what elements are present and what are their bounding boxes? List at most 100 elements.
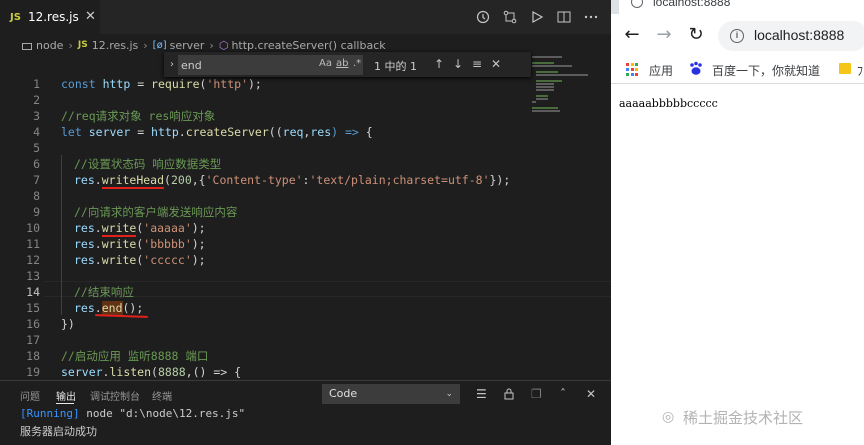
bookmark-baidu[interactable]: 百度一下，你就知道 <box>712 62 820 79</box>
line-number: 7 <box>33 173 40 187</box>
code-editor[interactable]: 1 const http = require('http'); 2 3 //re… <box>0 75 611 379</box>
apps-grid-icon <box>626 63 639 76</box>
back-icon[interactable]: ← <box>621 24 643 46</box>
arrow: ) => <box>331 125 366 139</box>
identifier: res <box>74 237 95 251</box>
function-name: require <box>151 77 200 91</box>
bookmark-apps[interactable]: 应用 <box>649 62 673 79</box>
function-name: listen <box>109 365 152 379</box>
next-match-icon[interactable]: ↓ <box>453 57 463 71</box>
line-number: 12 <box>26 253 40 267</box>
code-line-15: 15 res.end(); <box>0 300 611 316</box>
keyword: const <box>61 77 96 91</box>
identifier: res <box>74 253 95 267</box>
running-label: [Running] <box>20 407 80 420</box>
comment: //结束响应 <box>74 285 134 299</box>
lock-icon[interactable] <box>503 387 515 403</box>
more-icon[interactable] <box>583 9 599 25</box>
vscode-window: JS 12.res.js ✕ node › JS 12.res.js › [ø]… <box>0 0 611 445</box>
reload-icon[interactable]: ↻ <box>685 24 707 46</box>
browser-tab[interactable]: localhost:8888 <box>619 0 864 14</box>
tab-close-icon[interactable]: ✕ <box>85 9 96 24</box>
tab-problems[interactable]: 问题 <box>20 388 40 403</box>
maximize-panel-icon[interactable]: ˆ <box>560 387 566 401</box>
line-number: 1 <box>33 77 40 91</box>
code-line-10: 10 res.write('aaaaa'); <box>0 220 611 237</box>
js-file-icon: JS <box>77 40 88 50</box>
line-number: 4 <box>33 125 40 139</box>
string-literal: 'http' <box>206 77 248 91</box>
site-info-icon[interactable]: i <box>730 29 744 43</box>
forward-icon[interactable]: → <box>653 24 675 46</box>
identifier: http <box>102 77 131 91</box>
tab-terminal[interactable]: 终端 <box>152 388 172 403</box>
comment: //向请求的客户端发送响应内容 <box>74 205 238 219</box>
match-case-toggle[interactable]: Aa <box>319 58 332 69</box>
comment: //req请求对象 res响应对象 <box>61 109 216 123</box>
split-editor-icon[interactable] <box>556 9 572 25</box>
parameter: res <box>310 125 332 139</box>
address-bar[interactable]: i localhost:8888 <box>718 21 864 51</box>
find-close-icon[interactable]: ✕ <box>491 57 501 71</box>
function-name: write <box>101 253 137 267</box>
js-file-icon: JS <box>10 11 21 23</box>
tab-label: 12.res.js <box>27 10 79 24</box>
output-panel: 问题 输出 调试控制台 终端 Code ⌄ ☰ ❐ ˆ ✕ [Running] … <box>0 380 611 445</box>
history-icon[interactable] <box>475 9 491 25</box>
browser-tab-title: localhost:8888 <box>653 0 731 9</box>
output-line-message: 服务器启动成功 <box>20 425 97 438</box>
function-name: write <box>101 237 137 251</box>
browser-toolbar: ← → ↻ i localhost:8888 <box>611 14 864 58</box>
line-number: 9 <box>33 205 40 219</box>
line-number: 6 <box>33 157 40 171</box>
code-line-2: 2 <box>0 92 611 108</box>
line-number: 19 <box>26 365 40 379</box>
page-body-text: aaaaabbbbbccccc <box>619 97 718 110</box>
filter-icon[interactable]: ☰ <box>476 387 487 401</box>
code-line-6: 6 //设置状态码 响应数据类型 <box>0 156 611 172</box>
tab-debug-console[interactable]: 调试控制台 <box>90 388 140 403</box>
output-channel-value: Code <box>329 387 358 400</box>
bookmark-folder-label[interactable]: ﾌ <box>857 62 863 79</box>
line-number: 3 <box>33 109 40 123</box>
previous-match-icon[interactable]: ↑ <box>434 57 444 71</box>
line-number: 8 <box>33 189 40 203</box>
url-text: localhost:8888 <box>754 27 845 43</box>
line-number: 14 <box>26 285 40 299</box>
breadcrumb-node[interactable]: node <box>36 39 63 52</box>
write-method-underlined: write <box>101 221 137 237</box>
line-number: 15 <box>26 301 40 315</box>
string-literal: 'Content-type' <box>205 173 303 187</box>
identifier: res <box>74 173 95 187</box>
regex-toggle[interactable]: .* <box>353 58 361 69</box>
line-number: 17 <box>26 333 40 347</box>
command-text: node "d:\node\12.res.js" <box>79 407 246 420</box>
code-line-16: 16 }) <box>0 316 611 332</box>
output-channel-select[interactable]: Code ⌄ <box>322 384 460 404</box>
match-word-toggle[interactable]: ab <box>336 58 348 69</box>
git-compare-icon[interactable] <box>502 9 518 25</box>
find-widget: › Aa ab .* 1 中的 1 ↑ ↓ ≡ ✕ <box>164 52 531 77</box>
number-literal: 8888 <box>157 365 186 379</box>
code-line-13: 13 <box>0 268 611 284</box>
keyword: let <box>61 125 82 139</box>
run-icon[interactable] <box>529 9 545 25</box>
breadcrumb-file[interactable]: 12.res.js <box>92 39 139 52</box>
tab-output[interactable]: 输出 <box>56 388 76 403</box>
code-line-17: 17 <box>0 332 611 348</box>
breadcrumb-separator: › <box>143 38 148 52</box>
line-number: 16 <box>26 317 40 331</box>
copy-icon[interactable]: ❐ <box>531 387 542 401</box>
identifier: server <box>61 365 103 379</box>
close-panel-icon[interactable]: ✕ <box>586 387 596 401</box>
editor-tab-bar: JS 12.res.js ✕ <box>0 0 611 34</box>
breadcrumb-callback[interactable]: http.createServer() callback <box>231 39 385 52</box>
string-literal: 'bbbbb' <box>143 237 192 251</box>
tab-12-res-js[interactable]: JS 12.res.js ✕ <box>0 0 100 34</box>
find-in-selection-icon[interactable]: ≡ <box>472 57 482 71</box>
find-match-highlight: end <box>101 301 123 315</box>
number-literal: 200 <box>170 173 192 187</box>
breadcrumb-separator: › <box>209 38 214 52</box>
breadcrumb-server[interactable]: server <box>170 39 205 52</box>
variable-icon: [ø] <box>152 39 167 51</box>
